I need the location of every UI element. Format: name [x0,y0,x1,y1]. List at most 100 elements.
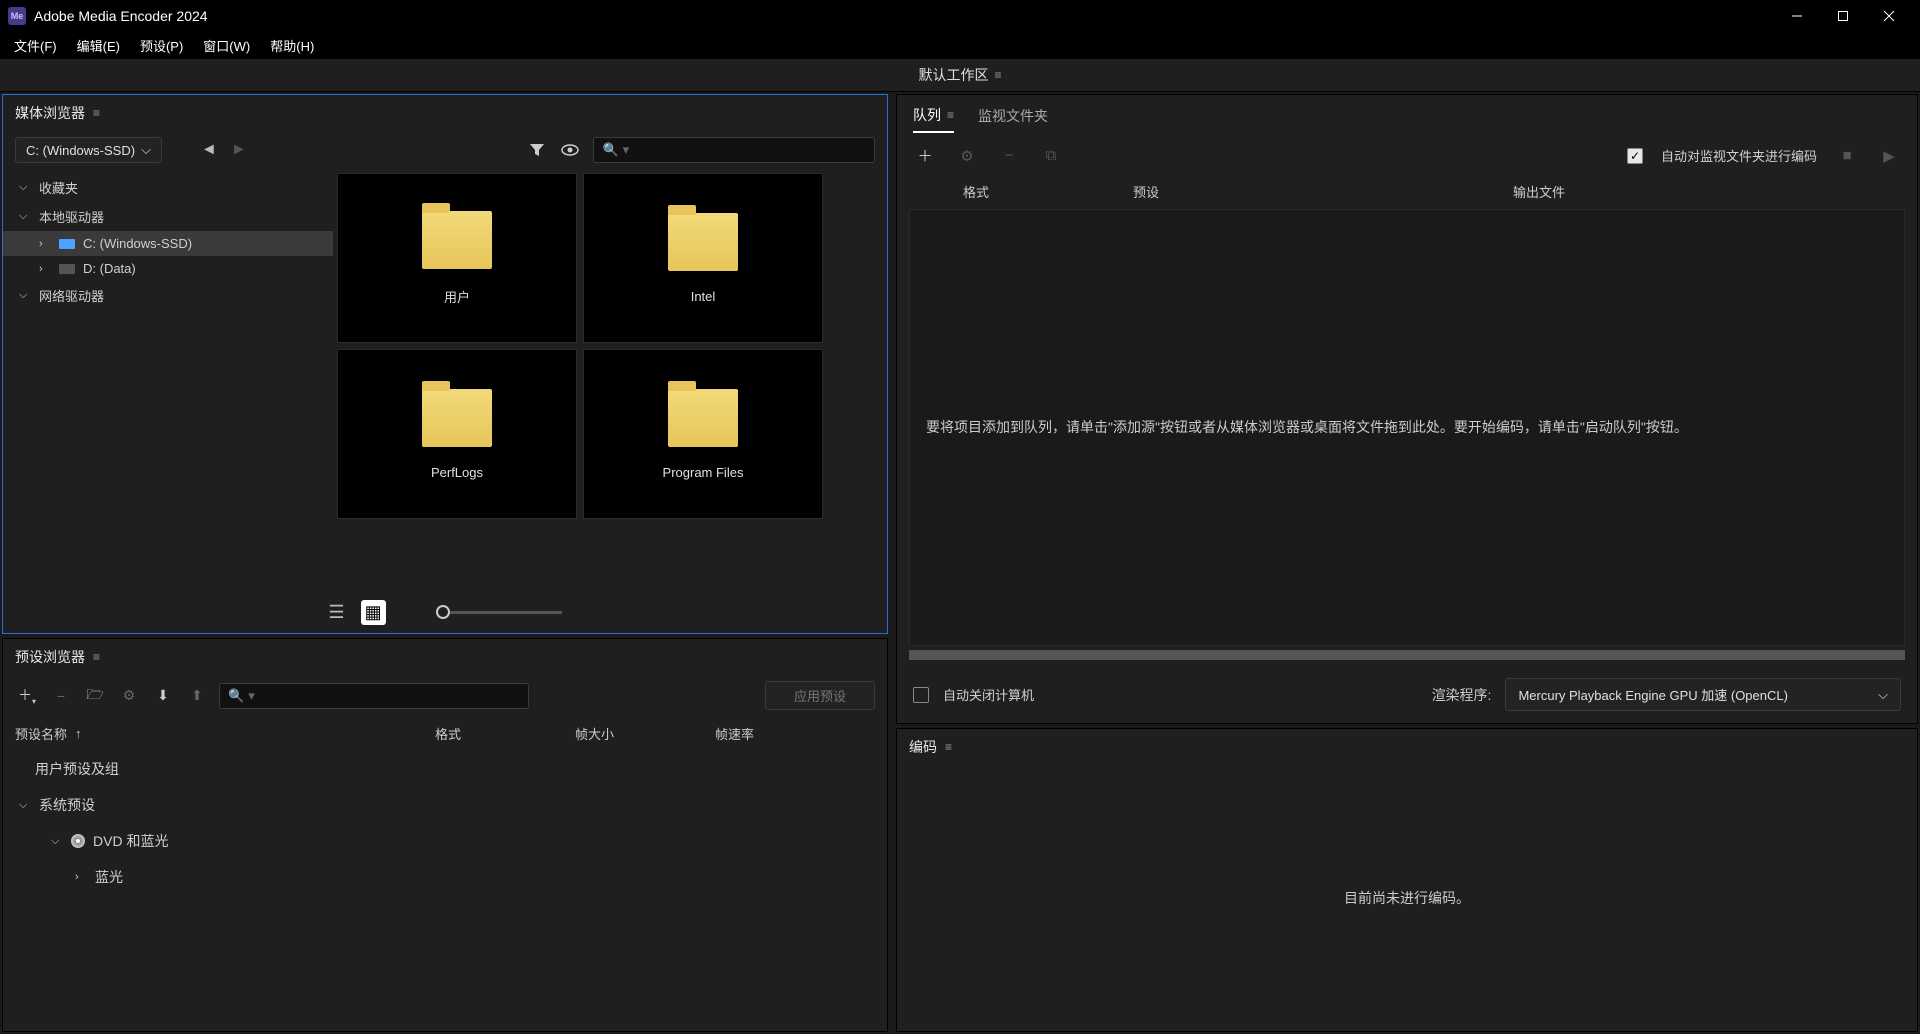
workspace-label: 默认工作区 [918,65,988,85]
add-source-button[interactable]: ＋ [913,145,937,166]
search-icon: 🔍 [228,688,244,704]
sort-asc-icon: ↑ [75,726,82,741]
preset-group-system[interactable]: ⌵ 系统预设 [3,787,887,823]
nav-forward-button[interactable]: ► [228,141,250,159]
encoding-panel: 编码 ≡ 目前尚未进行编码。 [896,728,1918,1032]
auto-shutdown-checkbox[interactable] [913,687,929,703]
queue-columns: 格式 预设 输出文件 [897,178,1917,205]
tree-network-drives[interactable]: ⌵ 网络驱动器 [3,281,333,310]
col-format[interactable]: 格式 [435,724,575,743]
import-preset-button[interactable]: ⬇ [151,687,175,704]
encoding-idle-message: 目前尚未进行编码。 [1344,888,1470,908]
folder-icon [422,389,492,447]
stop-queue-button[interactable]: ■ [1835,147,1859,164]
col-preset-name[interactable]: 预设名称 [15,724,67,743]
preset-search-input[interactable]: 🔍▾ [219,683,529,709]
export-preset-button[interactable]: ⬆ [185,687,209,704]
media-tree: ⌵ 收藏夹 ⌵ 本地驱动器 › C: (Windows-SSD) › [3,169,333,592]
menu-window[interactable]: 窗口(W) [193,33,260,58]
apply-preset-button[interactable]: 应用预设 [765,681,875,710]
encoding-body: 目前尚未进行编码。 [897,765,1917,1031]
nav-back-button[interactable]: ◄ [198,141,220,159]
preset-browser-title: 预设浏览器 [15,647,85,667]
preset-settings-button[interactable]: ⚙ [117,687,141,704]
app-icon: Me [8,7,26,25]
queue-drop-zone[interactable]: 要将项目添加到队列，请单击"添加源"按钮或者从媒体浏览器或桌面将文件拖到此处。要… [909,209,1905,646]
menu-file[interactable]: 文件(F) [4,33,67,58]
chevron-right-icon: › [39,238,51,250]
chevron-down-icon: ⌵ [1878,687,1888,703]
queue-settings-button[interactable]: ⚙ [955,147,979,165]
menu-preset[interactable]: 预设(P) [130,33,193,58]
auto-encode-checkbox[interactable]: ✓ [1627,148,1643,164]
maximize-button[interactable] [1820,0,1866,32]
col-frame-size[interactable]: 帧大小 [575,724,715,743]
folder-tile[interactable]: PerfLogs [337,349,577,519]
queue-footer: 自动关闭计算机 渲染程序: Mercury Playback Engine GP… [897,666,1917,723]
thumbnail-view-button[interactable]: ▦ [361,600,386,625]
folder-icon [422,211,492,269]
tree-label: 系统预设 [39,795,95,815]
preset-group-dvd-bluray[interactable]: ⌵ DVD 和蓝光 [3,823,887,859]
col-frame-rate[interactable]: 帧速率 [715,724,855,743]
list-view-button[interactable]: ☰ [328,602,344,623]
minimize-button[interactable] [1774,0,1820,32]
queue-panel: 队列 ≡ 监视文件夹 ＋ ⚙ − ⧉ ✓ 自动对监视文件夹进行编码 ■ ▶ 格式… [896,94,1918,724]
panel-menu-icon[interactable]: ≡ [945,740,952,754]
panel-menu-icon[interactable]: ≡ [93,650,100,664]
drive-selector[interactable]: C: (Windows-SSD) ⌵ [15,137,162,163]
remove-item-button[interactable]: − [997,147,1021,164]
tree-label: D: (Data) [83,261,136,276]
queue-toolbar: ＋ ⚙ − ⧉ ✓ 自动对监视文件夹进行编码 ■ ▶ [897,133,1917,178]
workspace-selector[interactable]: 默认工作区 ≡ [918,65,1001,85]
media-browser-header: 媒体浏览器 ≡ [3,95,887,131]
panel-menu-icon[interactable]: ≡ [93,106,100,120]
panel-menu-icon[interactable]: ≡ [947,108,954,122]
media-browser-footer: ☰ ▦ [3,592,887,633]
preset-tree: 用户预设及组 ⌵ 系统预设 ⌵ DVD 和蓝光 › 蓝光 [3,751,887,895]
filter-icon[interactable] [529,142,553,158]
chevron-down-icon: ⌵ [19,181,31,194]
app-title: Adobe Media Encoder 2024 [34,8,1774,24]
close-button[interactable] [1866,0,1912,32]
search-icon: 🔍 [602,142,618,158]
zoom-slider[interactable] [442,611,562,614]
renderer-selector[interactable]: Mercury Playback Engine GPU 加速 (OpenCL) … [1505,678,1901,711]
media-search-input[interactable]: 🔍 ▾ [593,137,875,163]
tree-label: 本地驱动器 [39,207,104,226]
tree-drive-c[interactable]: › C: (Windows-SSD) [3,231,333,256]
eye-icon[interactable] [561,144,585,156]
add-preset-button[interactable]: ＋▾ [15,685,39,706]
drive-icon [59,239,75,249]
preset-group-user[interactable]: 用户预设及组 [3,751,887,787]
auto-encode-label: 自动对监视文件夹进行编码 [1661,146,1817,165]
titlebar: Me Adobe Media Encoder 2024 [0,0,1920,32]
folder-tile[interactable]: Program Files [583,349,823,519]
remove-preset-button[interactable]: − [49,688,73,704]
folder-tile[interactable]: Intel [583,173,823,343]
chevron-right-icon: › [39,263,51,275]
col-output: 输出文件 [1513,182,1901,201]
drive-icon [59,264,75,274]
chevron-right-icon: › [75,871,87,883]
col-preset: 预设 [1133,182,1513,201]
preset-group-bluray[interactable]: › 蓝光 [3,859,887,895]
folder-tile[interactable]: 用户 [337,173,577,343]
tree-label: C: (Windows-SSD) [83,236,192,251]
chevron-down-icon: ⌵ [19,289,31,302]
menu-help[interactable]: 帮助(H) [260,33,324,58]
duplicate-button[interactable]: ⧉ [1039,147,1063,164]
renderer-label: 渲染程序: [1432,685,1492,705]
tab-queue[interactable]: 队列 ≡ [913,105,954,133]
encoding-title: 编码 [909,737,937,757]
chevron-down-icon: ⌵ [141,142,151,158]
tree-local-drives[interactable]: ⌵ 本地驱动器 [3,202,333,231]
tab-watch-folders[interactable]: 监视文件夹 [978,105,1048,133]
tree-favorites[interactable]: ⌵ 收藏夹 [3,173,333,202]
tree-drive-d[interactable]: › D: (Data) [3,256,333,281]
menu-edit[interactable]: 编辑(E) [67,33,130,58]
new-group-button[interactable]: 🗁 [83,684,107,708]
horizontal-scrollbar[interactable] [909,650,1905,660]
workspace-bar: 默认工作区 ≡ [0,58,1920,92]
start-queue-button[interactable]: ▶ [1877,147,1901,165]
